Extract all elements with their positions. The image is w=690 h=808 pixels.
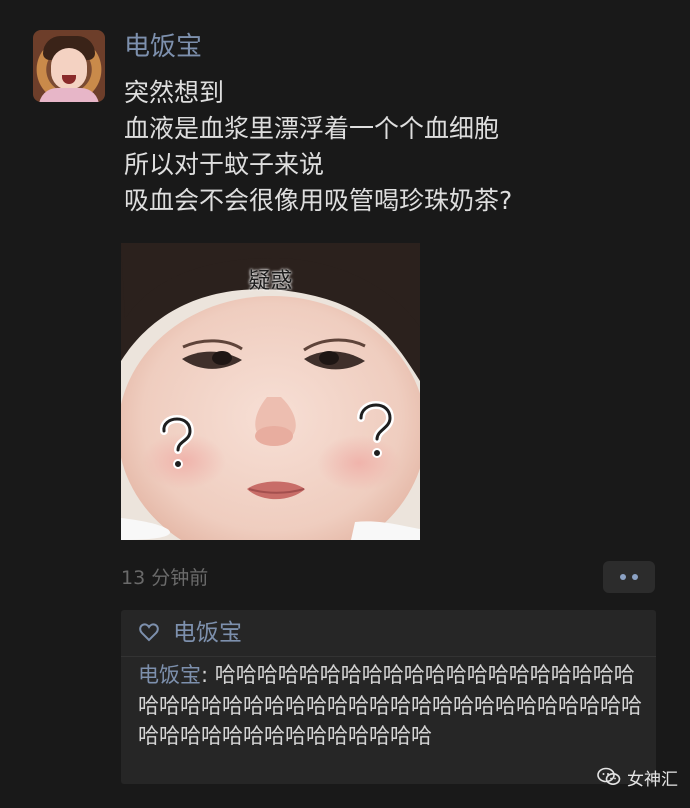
- likes-comments-panel: 电饭宝 电饭宝: 哈哈哈哈哈哈哈哈哈哈哈哈哈哈哈哈哈哈哈哈哈哈哈哈哈哈哈哈哈哈哈…: [121, 610, 656, 784]
- moments-post: 电饭宝 突然想到 血液是血浆里漂浮着一个个血细胞 所以对于蚊子来说 吸血会不会很…: [0, 0, 690, 808]
- post-timestamp: 13 分钟前: [121, 567, 209, 589]
- post-image[interactable]: 疑惑: [121, 243, 420, 540]
- author-avatar[interactable]: [33, 30, 105, 102]
- likes-row: 电饭宝: [121, 610, 656, 657]
- post-line: 所以对于蚊子来说: [124, 150, 325, 179]
- post-line: 吸血会不会很像用吸管喝珍珠奶茶?: [124, 186, 513, 215]
- post-text: 突然想到 血液是血浆里漂浮着一个个血细胞 所以对于蚊子来说 吸血会不会很像用吸管…: [124, 75, 664, 219]
- avatar-collar: [39, 88, 99, 102]
- comment-item[interactable]: 电饭宝: 哈哈哈哈哈哈哈哈哈哈哈哈哈哈哈哈哈哈哈哈哈哈哈哈哈哈哈哈哈哈哈哈哈哈哈…: [138, 660, 648, 752]
- comment-separator: :: [201, 663, 215, 687]
- post-line: 突然想到: [124, 78, 225, 107]
- wechat-official-account-icon: [597, 767, 621, 785]
- author-name[interactable]: 电饭宝: [124, 30, 202, 64]
- more-dots-button[interactable]: [603, 561, 655, 593]
- watermark: 女神汇: [597, 764, 678, 790]
- liker-name[interactable]: 电饭宝: [173, 618, 242, 648]
- heart-outline-icon: [139, 623, 159, 642]
- dot-icon: [620, 574, 626, 580]
- post-line: 血液是血浆里漂浮着一个个血细胞: [124, 114, 500, 143]
- comment-author[interactable]: 电饭宝: [138, 663, 201, 687]
- image-caption: 疑惑: [248, 269, 293, 294]
- dot-icon: [632, 574, 638, 580]
- watermark-text: 女神汇: [627, 769, 678, 790]
